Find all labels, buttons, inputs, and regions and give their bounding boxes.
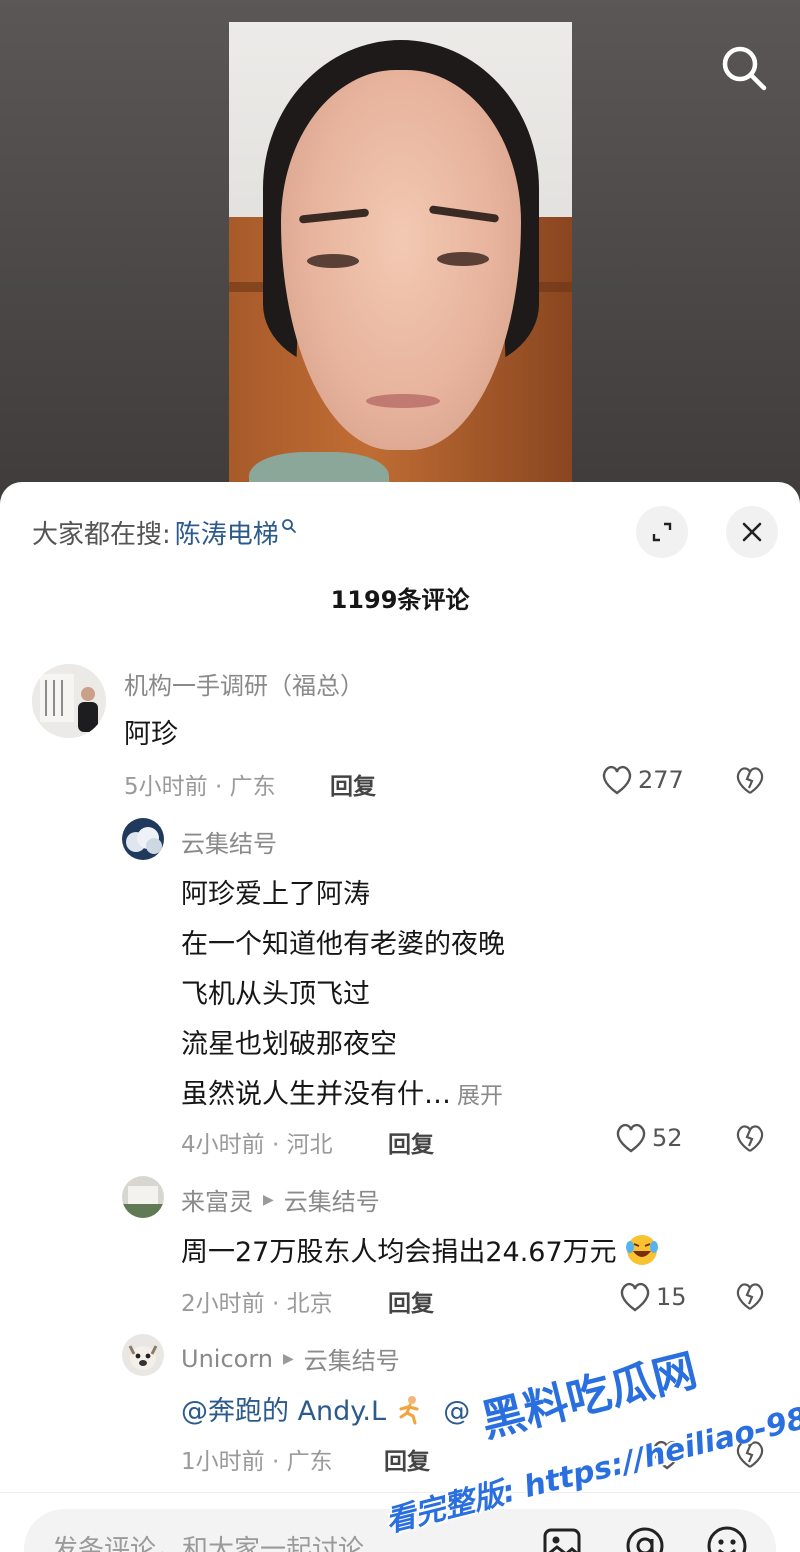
expand-button[interactable]: [636, 506, 688, 558]
comment-time-location: 2小时前 · 北京: [181, 1291, 333, 1317]
reply-to-arrow-icon: ▶: [263, 1191, 274, 1208]
heart-icon: [620, 1282, 650, 1312]
comment-sheet: 大家都在搜: 陈涛电梯 1199条评论 机构一手调研（福总） 阿珍 5小时前 ·…: [0, 482, 800, 1552]
hot-search-bar[interactable]: 大家都在搜: 陈涛电梯: [32, 512, 297, 552]
comment-username[interactable]: 机构一手调研（福总）: [124, 666, 364, 701]
search-button[interactable]: [716, 40, 772, 96]
dislike-icon: [736, 1283, 764, 1310]
like-button[interactable]: [650, 1439, 688, 1471]
dislike-button[interactable]: [734, 766, 766, 800]
avatar[interactable]: [122, 1334, 164, 1376]
reply-button[interactable]: 回复: [388, 1125, 434, 1159]
close-icon: [742, 522, 762, 542]
comment-input-bar: 发条评论，和大家一起讨论: [0, 1492, 800, 1552]
image-button[interactable]: [542, 1525, 582, 1552]
like-button[interactable]: 15: [618, 1281, 687, 1313]
comment-time-location: 5小时前 · 广东: [124, 774, 276, 800]
dislike-icon: [736, 767, 764, 794]
close-button[interactable]: [726, 506, 778, 558]
emoji-icon: [707, 1526, 747, 1552]
at-icon: [626, 1527, 664, 1552]
avatar[interactable]: [32, 664, 106, 738]
video-player[interactable]: [0, 0, 800, 500]
reply-button[interactable]: 回复: [330, 767, 376, 801]
comment-username-row[interactable]: Unicorn ▶ 云集结号: [181, 1341, 400, 1376]
hot-search-keyword[interactable]: 陈涛电梯: [175, 514, 279, 551]
laugh-cry-emoji-icon: [626, 1235, 659, 1265]
dislike-button[interactable]: [734, 1282, 766, 1316]
like-button[interactable]: 52: [614, 1122, 683, 1154]
mention-link[interactable]: @: [443, 1396, 470, 1427]
comment-input-placeholder: 发条评论，和大家一起讨论: [52, 1535, 365, 1552]
dislike-icon: [736, 1125, 764, 1152]
image-icon: [543, 1528, 581, 1552]
dislike-button[interactable]: [734, 1440, 766, 1474]
like-count: 52: [652, 1124, 683, 1152]
heart-icon: [602, 765, 632, 795]
comment-text: 周一27万股东人均会捐出24.67万元: [181, 1230, 659, 1269]
avatar[interactable]: [122, 818, 164, 860]
like-button[interactable]: 277: [600, 764, 684, 796]
comment-username-row[interactable]: 来富灵 ▶ 云集结号: [181, 1182, 380, 1217]
heart-icon: [616, 1123, 646, 1153]
comment-time-location: 1小时前 · 广东: [181, 1449, 333, 1475]
reply-button[interactable]: 回复: [388, 1284, 434, 1318]
video-frame: [229, 22, 572, 492]
heart-icon: [652, 1440, 682, 1470]
mention-link[interactable]: @奔跑的 Andy.L: [181, 1396, 386, 1427]
reply-button[interactable]: 回复: [384, 1442, 430, 1476]
comment-time-location: 4小时前 · 河北: [181, 1132, 333, 1158]
comment-line: 阿珍爱上了阿涛: [181, 879, 370, 910]
comment-text: @奔跑的 Andy.L @: [181, 1389, 470, 1428]
like-count: 277: [638, 766, 684, 794]
search-icon: [722, 46, 767, 91]
comment-text: 阿珍: [124, 719, 178, 750]
running-emoji-icon: [399, 1396, 419, 1425]
comment-count-title: 1199条评论: [330, 586, 470, 614]
hot-search-label: 大家都在搜:: [32, 519, 171, 550]
comment-line: 在一个知道他有老婆的夜晚: [181, 929, 505, 960]
small-search-icon: [281, 519, 296, 533]
reply-to-arrow-icon: ▶: [282, 1350, 294, 1367]
comment-input[interactable]: 发条评论，和大家一起讨论: [24, 1509, 776, 1552]
dislike-button[interactable]: [734, 1124, 766, 1158]
like-count: 15: [656, 1283, 687, 1311]
mention-button[interactable]: [624, 1525, 666, 1552]
expand-text-link[interactable]: 展开: [457, 1083, 503, 1109]
comment-line-last: 虽然说人生并没有什… 展开: [181, 1079, 503, 1110]
emoji-button[interactable]: [706, 1525, 748, 1552]
comment-line: 流星也划破那夜空: [181, 1029, 397, 1060]
comment-username[interactable]: 云集结号: [181, 824, 277, 859]
avatar[interactable]: [122, 1176, 164, 1218]
dislike-icon: [736, 1441, 764, 1468]
expand-icon: [652, 522, 672, 542]
comment-line: 飞机从头顶飞过: [181, 979, 370, 1010]
